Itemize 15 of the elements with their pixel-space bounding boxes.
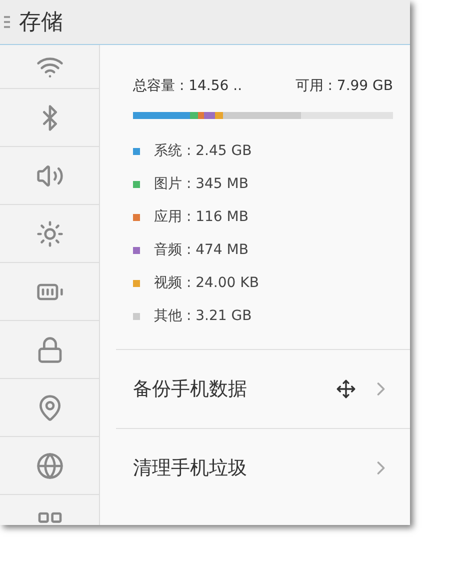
- lock-icon: [36, 336, 64, 364]
- globe-icon: [36, 452, 64, 480]
- legend-label: 应用 : 116 MB: [154, 208, 248, 226]
- legend-label: 其他 : 3.21 GB: [154, 307, 252, 325]
- legend-label: 系统 : 2.45 GB: [154, 142, 252, 160]
- menu-icon[interactable]: [4, 15, 10, 29]
- menu-item[interactable]: 备份手机数据: [116, 349, 410, 428]
- available-space: 可用 : 7.99 GB: [295, 77, 393, 95]
- legend-label: 音频 : 474 MB: [154, 241, 248, 259]
- page-title: 存储: [19, 9, 63, 37]
- legend-label: 视频 : 24.00 KB: [154, 274, 259, 292]
- total-capacity: 总容量 : 14.56 ..: [133, 77, 242, 95]
- legend-label: 图片 : 345 MB: [154, 175, 248, 193]
- menu-item[interactable]: 清理手机垃圾: [116, 428, 410, 507]
- sun-icon: [36, 220, 64, 248]
